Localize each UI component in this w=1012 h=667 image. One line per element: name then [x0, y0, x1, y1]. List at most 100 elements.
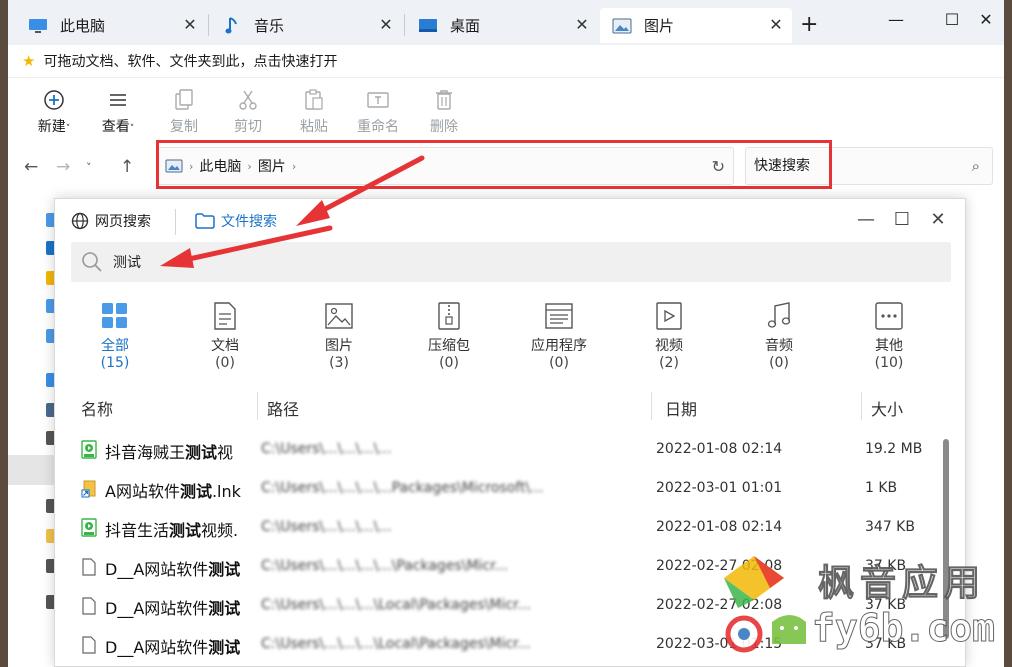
copy-button[interactable]: 复制: [158, 88, 210, 136]
table-row[interactable]: 抖音海贼王测试视 C:\Users\...\...\...\... 2022-0…: [71, 431, 939, 470]
copy-label: 复制: [170, 119, 198, 135]
file-name: D__A网站软件测试: [105, 634, 257, 658]
maximize-icon[interactable]: ☐: [891, 209, 913, 230]
category-documents[interactable]: 文档 (0): [185, 299, 265, 371]
file-name-highlight: 测试: [208, 560, 241, 579]
rename-icon: [352, 88, 404, 112]
minimize-icon[interactable]: —: [884, 10, 908, 29]
forward-arrow-icon[interactable]: →: [56, 157, 70, 177]
up-arrow-icon[interactable]: ↑: [120, 157, 134, 177]
tab-music[interactable]: 音乐 ✕: [210, 8, 402, 43]
category-label: 应用程序: [531, 338, 587, 354]
file-path: C:\Users\...\...\...\Local\Packages\Micr…: [261, 636, 531, 652]
file-size: 37 KB: [865, 597, 907, 613]
close-icon[interactable]: ✕: [572, 15, 592, 35]
file-name: D__A网站软件测试: [105, 556, 257, 580]
search-icon[interactable]: ⌕: [972, 157, 980, 175]
tab-desktop[interactable]: 桌面 ✕: [406, 8, 598, 43]
category-label: 视频: [655, 338, 683, 354]
close-icon[interactable]: ✕: [180, 15, 200, 35]
table-row[interactable]: 抖音生活测试视频. C:\Users\...\...\...\... 2022-…: [71, 509, 939, 548]
view-label: 查看: [101, 119, 130, 135]
category-other[interactable]: 其他 (10): [849, 299, 929, 371]
recent-locations-icon[interactable]: ˅: [86, 161, 92, 174]
column-divider[interactable]: [861, 392, 862, 420]
file-date: 2022-01-08 02:14: [656, 441, 783, 457]
pictures-icon: [612, 17, 632, 35]
tab-bar: 此电脑 ✕ 音乐 ✕ 桌面 ✕ 图片 ✕ + — ☐ ✕: [8, 0, 1004, 45]
tab-pictures[interactable]: 图片 ✕: [600, 8, 792, 43]
column-path[interactable]: 路径: [267, 396, 299, 420]
column-divider[interactable]: [651, 392, 652, 420]
paste-label: 粘贴: [300, 119, 328, 135]
results-scrollbar[interactable]: [943, 439, 949, 639]
address-bar[interactable]: › 此电脑 › 图片 › ↻: [156, 147, 734, 185]
refresh-icon[interactable]: ↻: [712, 157, 725, 176]
table-row[interactable]: A网站软件测试.lnk C:\Users\...\...\...\...Pack…: [71, 470, 939, 509]
file-name-text: 视: [217, 443, 234, 462]
file-name-highlight: 测试: [208, 599, 241, 618]
breadcrumb-this-pc[interactable]: 此电脑: [199, 156, 241, 176]
paste-icon: [288, 88, 340, 112]
music-icon: [222, 16, 242, 35]
close-icon[interactable]: ✕: [376, 15, 396, 35]
category-applications[interactable]: 应用程序 (0): [519, 299, 599, 371]
quick-search-label[interactable]: 快速搜索: [746, 148, 818, 184]
breadcrumb-pictures[interactable]: 图片: [258, 156, 286, 176]
tab-divider: [175, 209, 176, 235]
category-audio[interactable]: 音频 (0): [739, 299, 819, 371]
new-tab-button[interactable]: +: [800, 12, 818, 37]
tab-label: 此电脑: [60, 17, 106, 35]
quick-access-notice: ★ 可拖动文档、软件、文件夹到此，点击快速打开: [8, 45, 1004, 78]
table-row[interactable]: D__A网站软件测试 C:\Users\...\...\...\Local\Pa…: [71, 626, 939, 665]
globe-icon: [71, 212, 89, 230]
star-icon: ★: [22, 52, 36, 70]
category-videos[interactable]: 视频 (2): [629, 299, 709, 371]
rename-button[interactable]: 重命名: [352, 88, 404, 136]
close-icon[interactable]: ✕: [927, 209, 949, 230]
file-date: 2022-02-27 02:08: [656, 597, 783, 613]
tab-web-search[interactable]: 网页搜索: [71, 211, 151, 231]
paste-button[interactable]: 粘贴: [288, 88, 340, 136]
view-button[interactable]: 查看˅: [92, 88, 144, 136]
category-images[interactable]: 图片 (3): [299, 299, 379, 371]
tab-divider: [208, 14, 209, 36]
file-path: C:\Users\...\...\...\...Packages\Microso…: [261, 480, 544, 496]
file-search-input-box[interactable]: [71, 242, 951, 282]
file-name-text: D__A网站软件: [105, 599, 209, 618]
tab-this-pc[interactable]: 此电脑 ✕: [16, 8, 206, 43]
back-arrow-icon[interactable]: ←: [24, 157, 38, 177]
search-box[interactable]: 快速搜索 ⌕: [745, 147, 993, 185]
web-search-label: 网页搜索: [95, 214, 151, 230]
category-archives[interactable]: 压缩包 (0): [409, 299, 489, 371]
close-icon[interactable]: ✕: [766, 15, 786, 35]
tab-file-search[interactable]: 文件搜索: [195, 211, 277, 231]
navigation-pane: [8, 195, 58, 667]
search-query-input[interactable]: [113, 254, 713, 270]
quick-search-popup: 网页搜索 文件搜索 — ☐ ✕ 全部 (15) 文档 (0): [54, 198, 966, 667]
minimize-icon[interactable]: —: [855, 209, 877, 230]
maximize-icon[interactable]: ☐: [940, 10, 964, 29]
file-name-text: 抖音海贼王: [105, 443, 186, 462]
video-file-icon: [81, 518, 97, 537]
command-toolbar: 新建˅ 查看˅ 复制 剪切 粘贴 重命名 删除: [8, 82, 1004, 140]
column-name[interactable]: 名称: [81, 396, 113, 420]
category-all[interactable]: 全部 (15): [75, 299, 155, 371]
column-size[interactable]: 大小: [871, 396, 903, 420]
document-icon: [185, 299, 265, 333]
video-file-icon: [81, 440, 97, 459]
delete-button[interactable]: 删除: [418, 88, 470, 136]
close-window-icon[interactable]: ✕: [974, 10, 998, 29]
new-button[interactable]: 新建˅: [28, 88, 80, 136]
column-divider[interactable]: [257, 392, 258, 420]
selected-nav-item[interactable]: [8, 455, 54, 485]
table-row[interactable]: D__A网站软件测试 C:\Users\...\...\...\Local\Pa…: [71, 587, 939, 626]
tab-divider: [404, 14, 405, 36]
plus-circle-icon: [28, 88, 80, 112]
cut-button[interactable]: 剪切: [222, 88, 274, 136]
table-row[interactable]: D__A网站软件测试 C:\Users\...\...\...\...\Pack…: [71, 548, 939, 587]
chevron-down-icon: ˅: [65, 124, 71, 134]
category-filter-bar: 全部 (15) 文档 (0) 图片 (3) 压缩包 (0) 应用程序 (0) 视…: [55, 299, 967, 371]
column-date[interactable]: 日期: [665, 396, 697, 420]
category-count: (10): [874, 355, 904, 371]
